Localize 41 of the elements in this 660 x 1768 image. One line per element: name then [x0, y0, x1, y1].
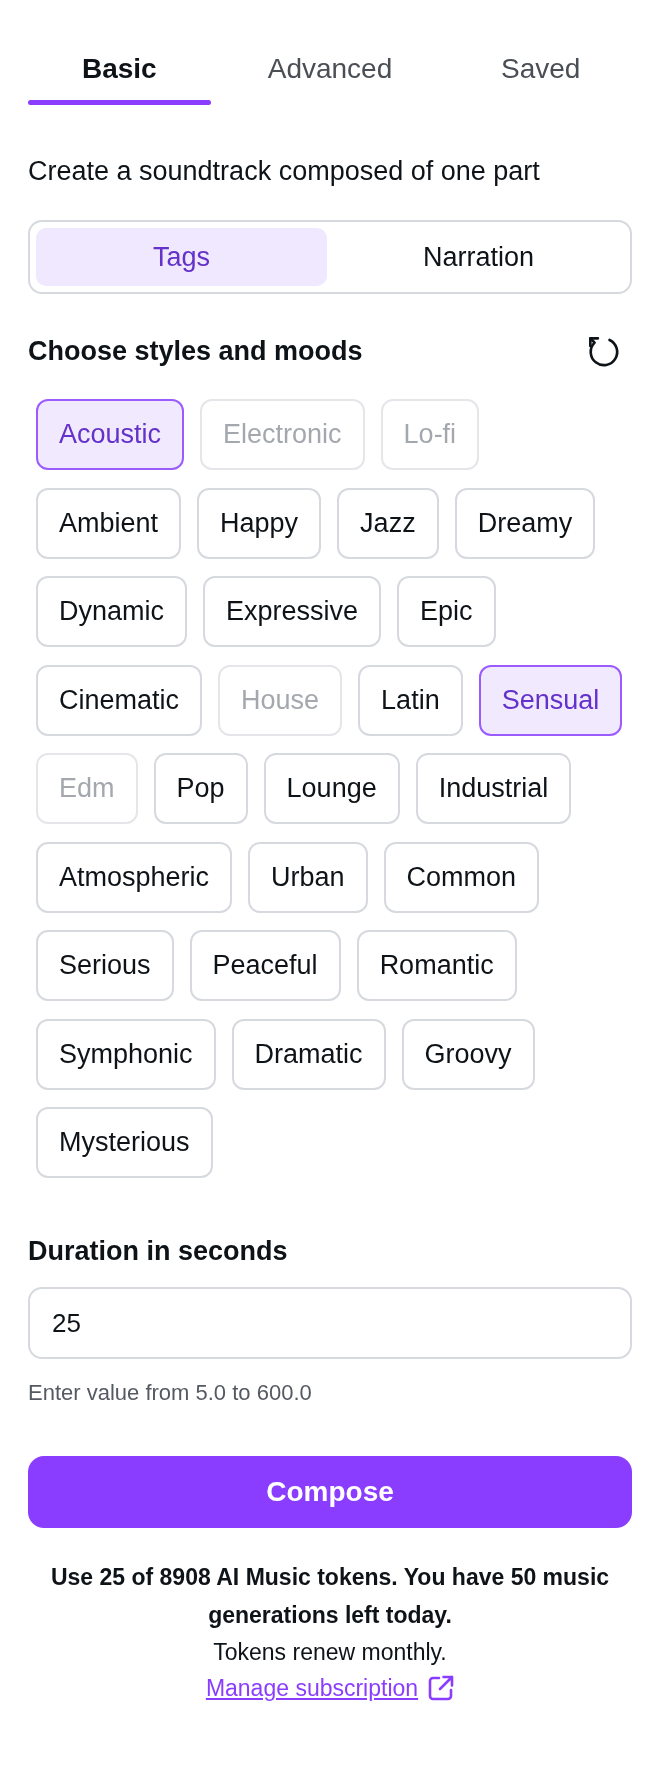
tag-chip[interactable]: Acoustic	[36, 399, 185, 470]
section-heading: Choose styles and moods	[28, 335, 363, 368]
tag-chip[interactable]: Urban	[248, 841, 368, 913]
tag-chip[interactable]: Groovy	[401, 1018, 535, 1090]
usage-note: Use 25 of 8908 AI Music tokens. You have 50 music generations left today.	[49, 1563, 611, 1630]
tag-chip[interactable]: Ambient	[36, 487, 182, 559]
tag-chip[interactable]: Romantic	[356, 930, 517, 1001]
tag-chip[interactable]: Epic	[397, 576, 496, 647]
tag-chip[interactable]: Happy	[197, 487, 322, 559]
mode-option[interactable]: Narration	[333, 228, 624, 286]
tag-chip[interactable]: Pop	[153, 753, 248, 824]
duration-input[interactable]: 25	[28, 1287, 632, 1359]
tab[interactable]: Advanced	[238, 41, 422, 105]
tag-chip[interactable]: Common	[383, 841, 540, 913]
hint-text: Enter value from 5.0 to 600.0	[28, 1379, 313, 1407]
tag-chip[interactable]: Cinematic	[36, 664, 203, 736]
tag-chip[interactable]: Mysterious	[36, 1107, 213, 1178]
tab[interactable]: Basic	[28, 41, 211, 105]
refresh-icon	[586, 334, 620, 368]
reset-button[interactable]	[586, 334, 620, 368]
tag-chip[interactable]: Expressive	[203, 576, 382, 647]
tag-chip[interactable]: Dramatic	[231, 1018, 386, 1090]
tag-chip[interactable]: Atmospheric	[36, 841, 233, 913]
tag-chip[interactable]: Dreamy	[454, 487, 596, 559]
tag-chip[interactable]: Jazz	[337, 487, 439, 559]
renewal-text: Tokens renew monthly.	[212, 1638, 448, 1667]
tag-chip[interactable]: Lounge	[263, 753, 400, 824]
tab[interactable]: Saved	[449, 41, 632, 105]
description-text: Create a soundtrack composed of one part	[28, 155, 541, 188]
tag-chip[interactable]: Symphonic	[36, 1018, 216, 1090]
tag-chip[interactable]: Peaceful	[189, 930, 341, 1001]
subscription-link[interactable]: Manage subscription	[205, 1672, 419, 1704]
external-link-icon	[428, 1675, 455, 1701]
field-label: Duration in seconds	[28, 1235, 289, 1268]
tag-chip[interactable]: Latin	[358, 664, 463, 736]
tag-chip[interactable]: Sensual	[478, 664, 623, 736]
tag-chip[interactable]: Dynamic	[36, 576, 188, 647]
mode-option[interactable]: Tags	[36, 228, 327, 286]
tag-chip[interactable]: Industrial	[415, 753, 572, 824]
compose-button[interactable]: Compose	[28, 1456, 632, 1528]
tag-chip[interactable]: Serious	[36, 930, 174, 1001]
